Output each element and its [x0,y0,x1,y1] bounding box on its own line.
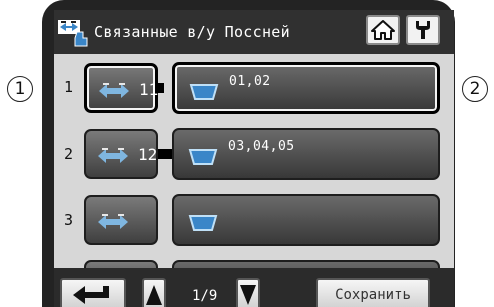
row-number: 3 [64,211,74,229]
home-icon [371,20,395,40]
callout-2: 2 [462,76,488,102]
page-title: Связанные в/у Поссней [94,23,290,41]
save-button[interactable]: Сохранить [316,278,430,307]
group-button[interactable]: 01,02 [172,62,440,114]
indoor-unit-icon [99,83,129,98]
linked-units-icon [58,20,88,47]
remote-group-icon [188,215,218,231]
triangle-up-icon [146,285,162,305]
home-button[interactable] [366,15,400,45]
title-bar: Связанные в/у Поссней [54,10,454,54]
page-up-button[interactable] [142,278,166,307]
page-indicator: 1/9 [192,288,218,304]
group-numbers: 03,04,05 [228,139,295,154]
page-down-button[interactable] [236,278,260,307]
callout-1: 1 [7,76,33,102]
link-connector [158,83,164,93]
triangle-down-icon [240,285,256,305]
row-number: 2 [64,145,74,163]
group-button[interactable]: 03,04,05 [172,128,440,180]
indoor-unit-button[interactable] [84,195,158,245]
group-numbers: 01,02 [229,74,271,89]
unit-number: 11 [139,80,159,99]
unit-number: 12 [138,145,158,164]
bottom-toolbar: 1/9 Сохранить [54,268,454,307]
row-number: 1 [64,78,74,96]
remote-group-icon [188,149,218,165]
settings-button[interactable] [406,15,440,45]
screen: Связанные в/у Поссней 1 11 01,02 2 12 03… [54,10,454,307]
remote-group-icon [189,84,219,100]
indoor-unit-icon [98,148,128,163]
indoor-unit-button[interactable]: 12 [84,129,158,179]
wrench-icon [416,21,430,39]
back-button[interactable] [60,278,126,307]
return-arrow-icon [73,286,109,304]
indoor-unit-icon [98,214,128,229]
indoor-unit-button[interactable]: 11 [84,63,158,113]
group-button[interactable] [172,194,440,246]
